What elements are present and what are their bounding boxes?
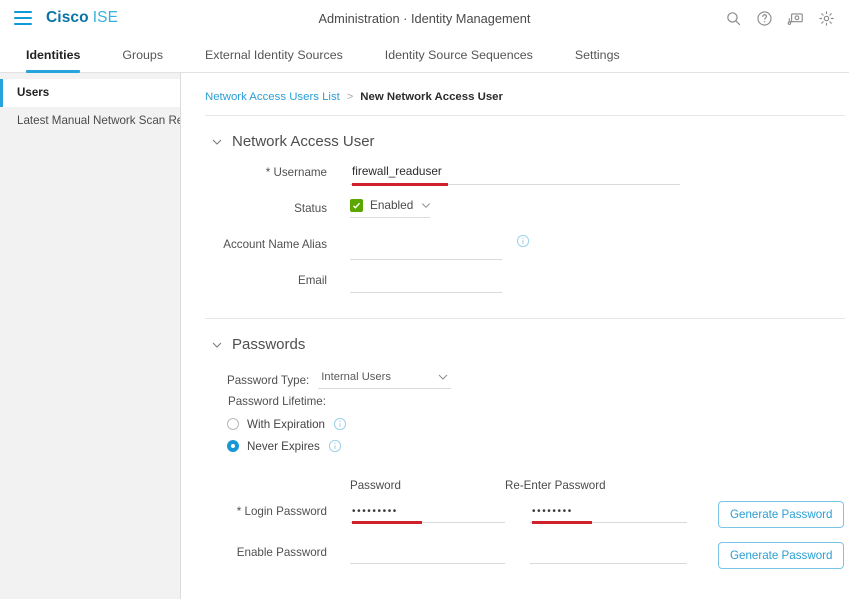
status-value: Enabled [370,198,414,212]
gear-icon[interactable] [818,10,835,27]
login-password-control: ••••••••• [350,501,505,524]
feedback-icon[interactable] [787,10,804,27]
account-name-alias-control [350,234,530,264]
username-label: * Username [265,166,327,179]
chevron-down-icon [438,374,448,380]
account-name-alias-label: Account Name Alias [223,238,327,251]
breadcrumb: Network Access Users List > New Network … [205,73,849,115]
enable-password-reenter-control [530,542,687,564]
chevron-down-icon [212,139,222,145]
sidebar-item-users[interactable]: Users [0,79,180,107]
field-row-username: * Username [205,162,849,198]
login-password-input[interactable]: ••••••••• [350,501,505,523]
login-password-actions: Generate Password [718,501,849,528]
enable-password-actions: Generate Password [718,542,849,569]
info-icon[interactable] [328,439,342,453]
password-type-select[interactable]: Internal Users [318,371,452,389]
radio-button-selected[interactable] [227,440,239,452]
breadcrumb-separator-icon: > [346,91,354,103]
password-type-value: Internal Users [321,371,391,383]
login-password-label: * Login Password [236,505,327,518]
tab-settings[interactable]: Settings [554,48,641,72]
info-icon[interactable] [516,234,530,248]
radio-label-never-expires: Never Expires [247,439,320,453]
brand-secondary-text: ISE [92,9,119,26]
hamburger-menu-icon[interactable] [14,11,32,25]
generate-password-button-enable[interactable]: Generate Password [718,542,845,569]
tab-identities[interactable]: Identities [20,48,101,73]
field-row-status: Status Enabled [205,198,849,234]
sidebar-item-latest-manual-network-scan-results[interactable]: Latest Manual Network Scan Res... [0,107,180,135]
login-password-highlight-underline [352,521,422,524]
page-body: Users Latest Manual Network Scan Res... … [0,73,849,599]
header-icon-group [725,10,835,27]
tab-groups[interactable]: Groups [101,48,184,72]
reenter-password-column-header: Re-Enter Password [505,479,606,492]
email-control [350,270,502,293]
username-input[interactable] [350,162,680,185]
enable-password-control [350,542,505,564]
enable-password-label: Enable Password [236,546,327,559]
table-row-enable-password: Enable Password Generate Password [205,528,849,569]
section-header-passwords[interactable]: Passwords [205,319,849,365]
radio-with-expiration[interactable]: With Expiration [205,417,849,439]
login-password-reenter-control: •••••••• [530,501,687,524]
chevron-down-icon[interactable] [420,200,432,211]
password-column-header: Password [350,479,401,492]
chevron-down-icon [212,342,222,348]
login-password-reenter-input[interactable]: •••••••• [530,501,687,523]
info-icon[interactable] [333,417,347,431]
login-password-reenter-highlight-underline [532,521,592,524]
breadcrumb-parent-link[interactable]: Network Access Users List [205,91,340,103]
check-icon [350,198,363,212]
password-lifetime-label: Password Lifetime: [228,395,326,408]
page-title: Administration · Identity Management [318,10,531,26]
username-control [350,162,680,186]
help-icon[interactable] [756,10,773,27]
radio-button-unselected[interactable] [227,418,239,430]
main-content: Network Access Users List > New Network … [181,73,849,599]
top-header-bar: Cisco ISE Administration · Identity Manag… [0,0,849,36]
section-title-network-access-user: Network Access User [232,133,375,150]
password-column-headers: Password Re-Enter Password [205,461,849,492]
field-row-password-type: Password Type: Internal Users [205,365,849,389]
section-title-passwords: Passwords [232,336,306,353]
account-name-alias-input[interactable] [350,238,502,260]
radio-label-with-expiration: With Expiration [247,417,325,431]
brand-primary-text: Cisco [46,9,89,26]
tab-external-identity-sources[interactable]: External Identity Sources [184,48,364,72]
table-row-login-password: * Login Password ••••••••• •••••••• Gene… [205,492,849,528]
field-row-email: Email [205,270,849,306]
password-type-label: Password Type: [227,374,310,387]
enable-password-reenter-input[interactable] [530,542,687,564]
email-input[interactable] [350,270,502,293]
generate-password-button-login[interactable]: Generate Password [718,501,845,528]
status-label: Status [294,202,327,215]
breadcrumb-current: New Network Access User [360,91,503,103]
tab-identity-source-sequences[interactable]: Identity Source Sequences [364,48,554,72]
radio-never-expires[interactable]: Never Expires [205,439,849,461]
username-highlight-underline [352,182,448,186]
search-icon[interactable] [725,10,742,27]
enable-password-input[interactable] [350,542,505,564]
section-header-network-access-user[interactable]: Network Access User [205,116,849,162]
main-tab-bar: Identities Groups External Identity Sour… [0,36,849,73]
status-control[interactable]: Enabled [350,198,432,218]
cisco-ise-logo[interactable]: Cisco ISE [46,9,118,27]
field-row-account-name-alias: Account Name Alias [205,234,849,270]
left-sidebar: Users Latest Manual Network Scan Res... [0,73,181,599]
email-label: Email [298,274,327,287]
